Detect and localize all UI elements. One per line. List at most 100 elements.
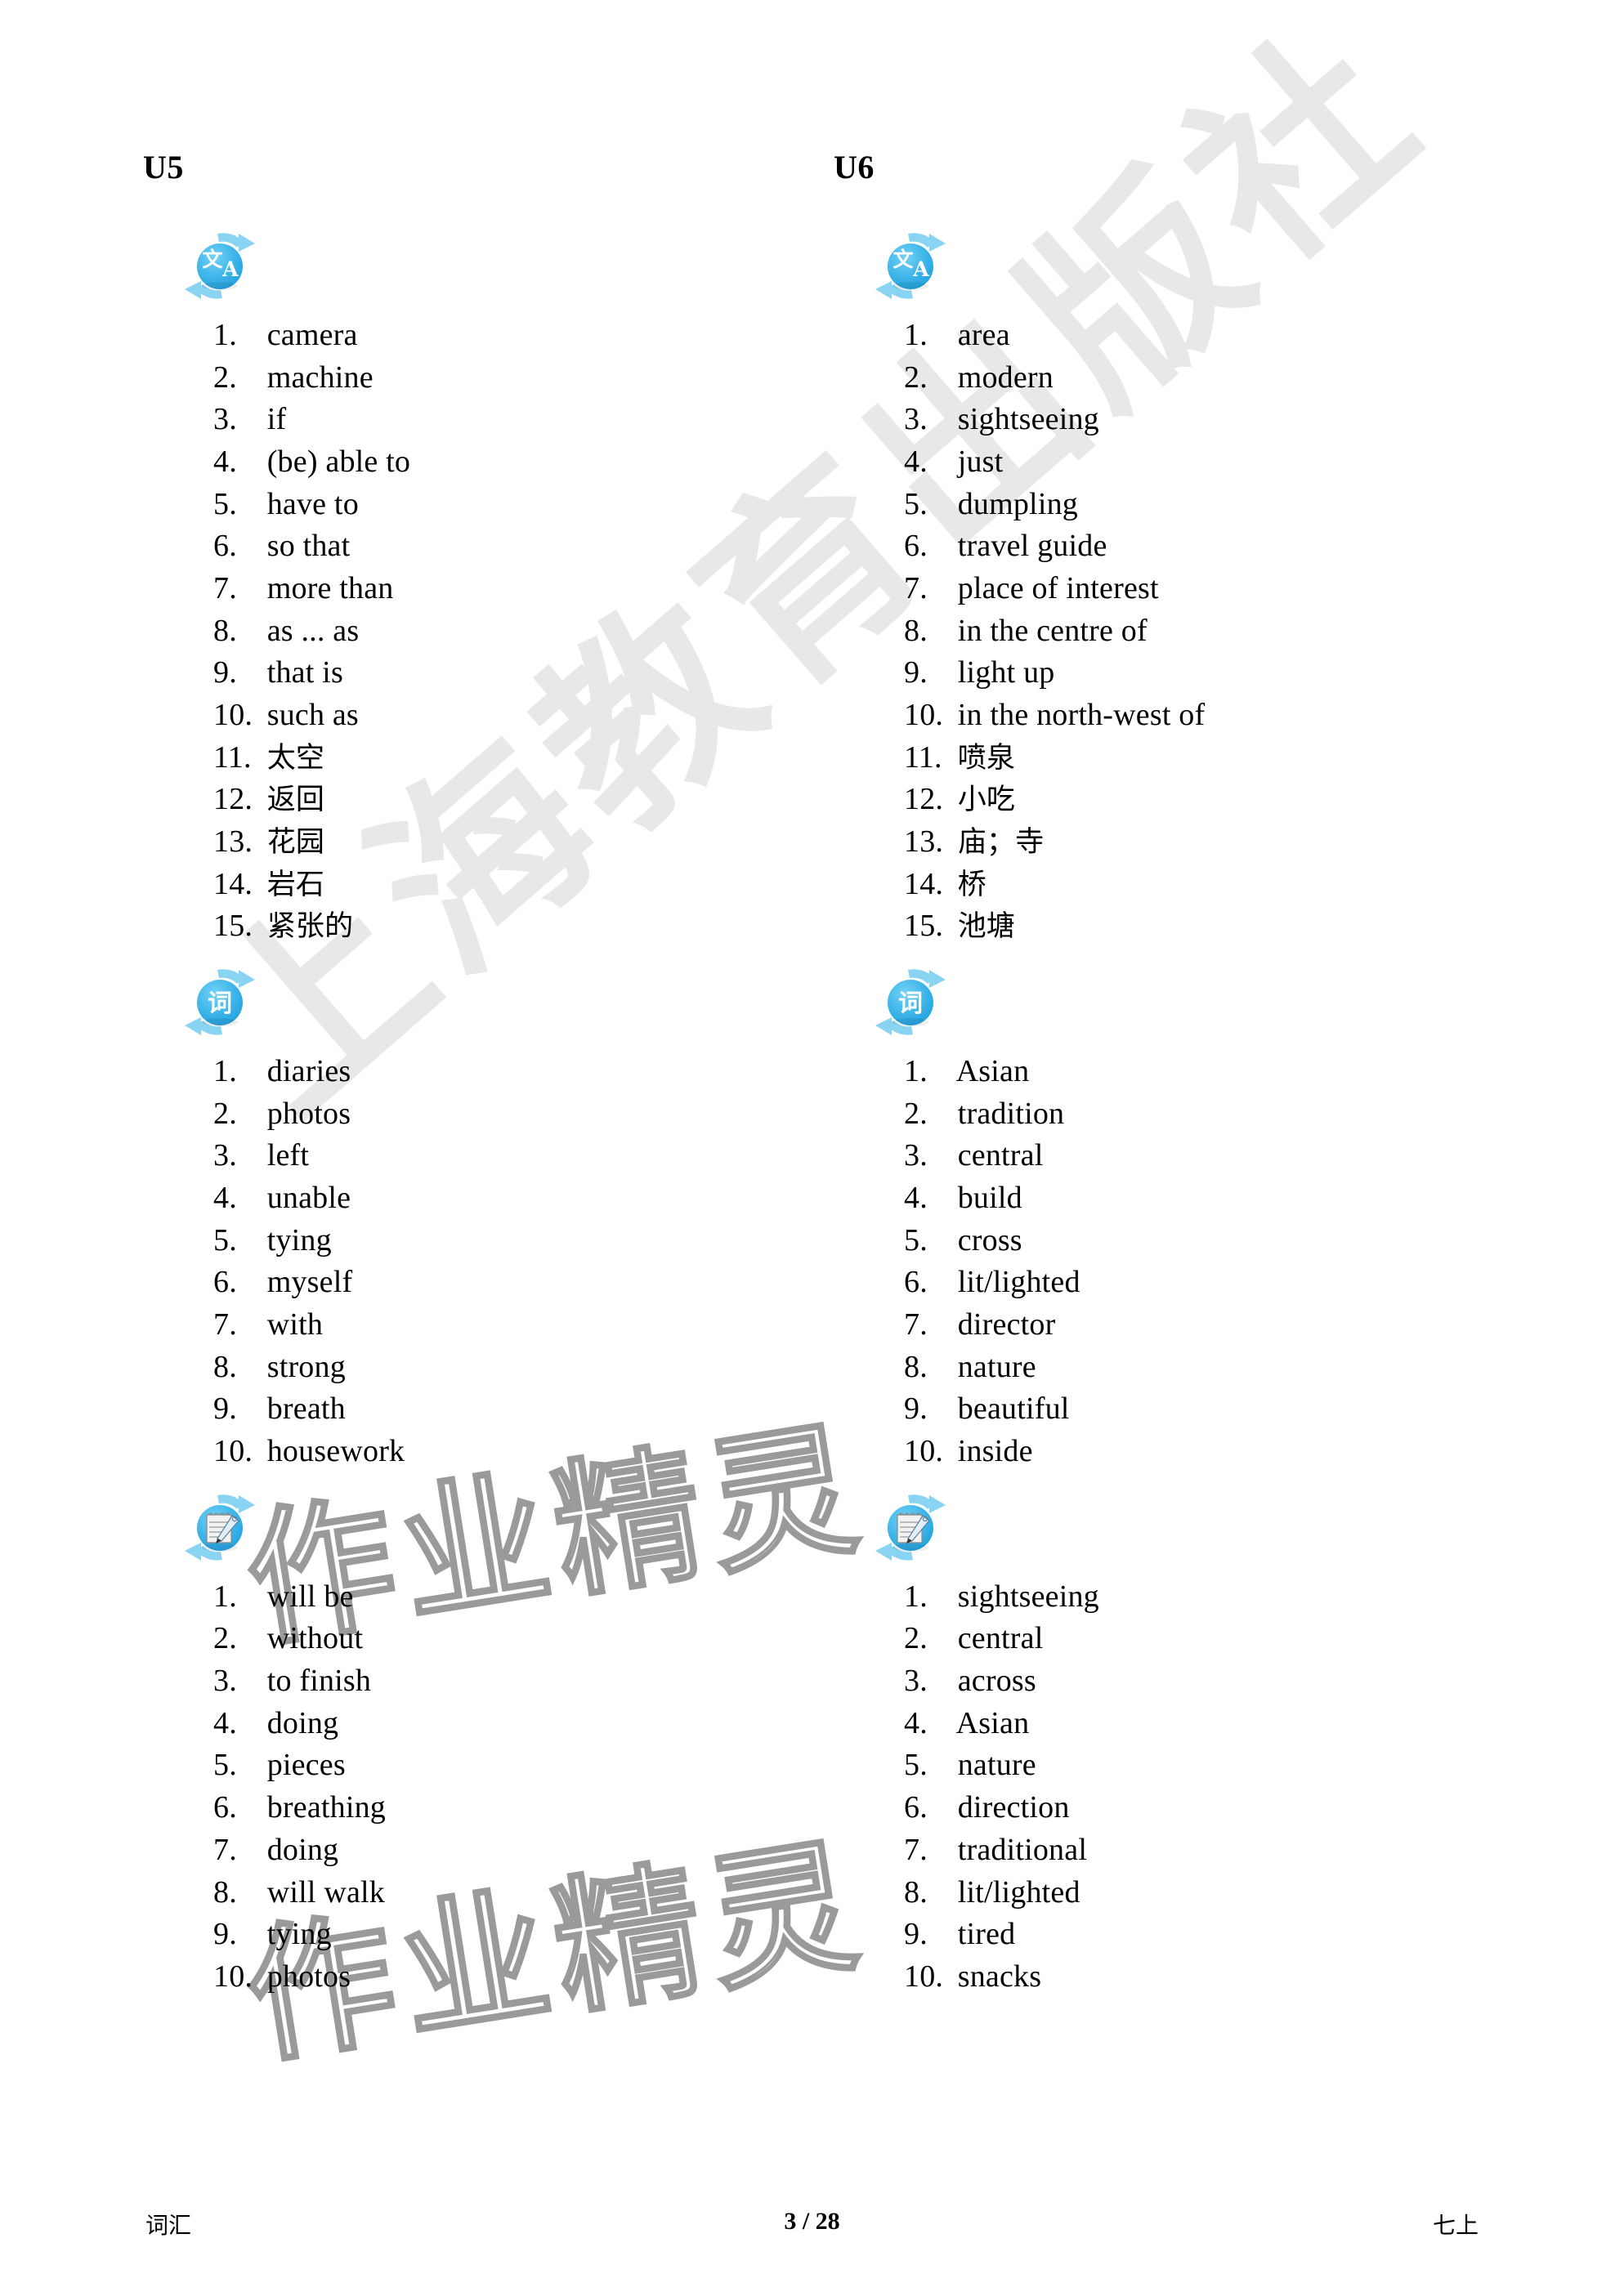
list-item: 7. place of interest [904,571,1159,606]
list-item: 8. as ... as [213,613,360,648]
section-icon-wrap [143,1480,781,1576]
list-item: 3. to finish [213,1664,372,1699]
vocab-list: 1. area 2. modern 3. sightseeing 4. just… [834,315,1504,948]
list-item: 5. tying [213,1222,332,1257]
list-item: 3. sightseeing [904,402,1099,437]
list-item: 3. across [904,1664,1036,1699]
section-word-u6: 词 1. Asian 2. tradition 3. central 4. bu… [834,954,1504,1473]
list-item: 8. will walk [213,1874,385,1910]
section-notepad-u6: 1. sightseeing 2. central 3. across 4. A… [834,1480,1504,1999]
section-icon-wrap: 文 A [834,218,1504,315]
list-item: 4. unable [213,1181,351,1216]
section-icon-wrap: 词 [143,954,781,1051]
unit-column-u5: U5 文 A 1. camera 2. machine 3. if 4. (be… [143,151,781,1999]
list-item: 5. nature [904,1748,1036,1783]
list-item: 10. inside [904,1434,1033,1469]
list-item: 12. 返回 [213,782,325,817]
word-icon: 词 [870,965,951,1040]
page-number: 3 / 28 [784,2208,840,2235]
list-item: 6. lit/lighted [904,1265,1080,1300]
list-item: 6. breathing [213,1790,387,1825]
list-item: 10. in the north-west of [904,698,1206,733]
list-item: 15. 紧张的 [213,909,354,944]
list-item: 6. travel guide [904,529,1107,564]
list-item: 13. 花园 [213,824,325,860]
list-item: 3. if [213,402,287,437]
vocab-list: 1. diaries 2. photos 3. left 4. unable 5… [143,1051,781,1473]
vocab-list: 1. will be 2. without 3. to finish 4. do… [143,1576,781,1999]
translate-icon: 文 A [870,229,951,304]
list-item: 1. will be [213,1579,354,1614]
list-item: 8. lit/lighted [904,1874,1080,1910]
list-item: 5. cross [904,1222,1022,1257]
list-item: 14. 岩石 [213,866,325,901]
list-item: 2. central [904,1621,1044,1656]
footer-grade-label: 七上 [1432,2212,1479,2239]
list-item: 1. sightseeing [904,1579,1099,1614]
word-icon: 词 [180,965,260,1040]
list-item: 3. central [904,1138,1044,1173]
section-translate-u5: 文 A 1. camera 2. machine 3. if 4. (be) a… [143,218,781,948]
worksheet-page: 上海教育出版社 作业精灵 作业精灵 U5 文 A 1. camera 2. ma… [0,0,1624,2296]
list-item: 7. traditional [904,1832,1088,1867]
svg-text:词: 词 [898,989,923,1018]
list-item: 8. in the centre of [904,613,1148,648]
list-item: 9. tying [213,1917,332,1952]
list-item: 10. snacks [904,1959,1042,1994]
list-item: 2. without [213,1621,364,1656]
list-item: 1. area [904,318,1010,352]
list-item: 7. more than [213,571,394,606]
list-item: 9. breath [213,1391,346,1427]
list-item: 4. (be) able to [213,444,411,480]
list-item: 5. have to [213,486,359,521]
vocab-list: 1. Asian 2. tradition 3. central 4. buil… [834,1051,1504,1473]
list-item: 4. doing [213,1705,339,1740]
page-footer: 词汇 3 / 28 七上 [0,2208,1624,2245]
list-item: 7. with [213,1307,324,1342]
unit-title-u5: U5 [143,149,184,185]
svg-text:文: 文 [202,248,223,271]
list-item: 9. tired [904,1917,1016,1952]
translate-icon: 文 A [180,229,260,304]
vocab-list: 1. camera 2. machine 3. if 4. (be) able … [143,315,781,948]
svg-text:文: 文 [893,248,914,271]
list-item: 2. machine [213,360,374,395]
list-item: 11. 喷泉 [904,739,1016,775]
list-item: 2. tradition [904,1096,1065,1131]
list-item: 10. housework [213,1434,405,1469]
list-item: 3. left [213,1138,310,1173]
list-item: 2. photos [213,1096,351,1131]
section-icon-wrap [834,1480,1504,1576]
list-item: 7. director [904,1307,1056,1342]
list-item: 5. pieces [213,1748,346,1783]
unit-column-u6: U6 文 A 1. area 2. modern 3. sightseeing … [834,151,1504,1999]
list-item: 15. 池塘 [904,909,1016,944]
list-item: 13. 庙；寺 [904,824,1045,860]
list-item: 6. direction [904,1790,1070,1825]
svg-text:A: A [221,257,239,281]
list-item: 14. 桥 [904,866,986,901]
list-item: 10. such as [213,698,359,733]
notepad-pencil-icon [870,1490,951,1566]
list-item: 5. dumpling [904,486,1078,521]
list-item: 2. modern [904,360,1054,395]
svg-text:词: 词 [208,989,232,1018]
list-item: 6. so that [213,529,351,564]
section-icon-wrap: 文 A [143,218,781,315]
list-item: 8. strong [213,1349,346,1384]
list-item: 9. that is [213,655,343,690]
unit-title-u6: U6 [834,149,875,185]
list-item: 4. just [904,444,1004,480]
list-item: 1. Asian [904,1054,1030,1089]
section-notepad-u5: 1. will be 2. without 3. to finish 4. do… [143,1480,781,1999]
section-icon-wrap: 词 [834,954,1504,1051]
list-item: 7. doing [213,1832,339,1867]
list-item: 1. diaries [213,1054,351,1089]
notepad-pencil-icon [180,1490,260,1566]
list-item: 9. light up [904,655,1055,690]
list-item: 10. photos [213,1959,351,1994]
vocab-list: 1. sightseeing 2. central 3. across 4. A… [834,1576,1504,1999]
list-item: 11. 太空 [213,739,325,775]
list-item: 1. camera [213,318,358,352]
list-item: 6. myself [213,1265,353,1300]
